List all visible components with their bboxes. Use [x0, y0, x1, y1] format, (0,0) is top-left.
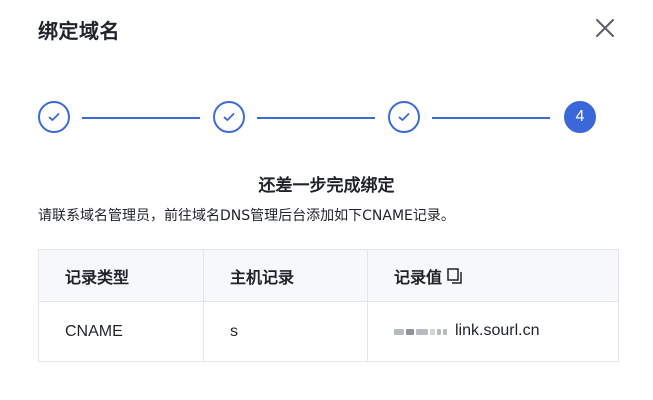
instruction-text: 请联系域名管理员，前往域名DNS管理后台添加如下CNAME记录。: [38, 208, 455, 224]
check-icon: [48, 113, 60, 121]
header-record-type: 记录类型: [38, 249, 204, 302]
cell-record-type: CNAME: [38, 301, 204, 362]
table-row: CNAME s link.sourl.cn: [38, 301, 619, 362]
status-heading: 还差一步完成绑定: [258, 176, 395, 196]
step-connector: [432, 117, 550, 119]
dns-record-table: 记录类型 主机记录 记录值 CNAME s link.sourl.cn: [38, 249, 619, 362]
step-progress: 4: [38, 101, 598, 137]
check-icon: [398, 113, 410, 121]
step-connector: [257, 117, 375, 119]
header-record-value: 记录值: [367, 249, 619, 302]
step-4-current: 4: [564, 101, 596, 133]
step-2-complete: [213, 101, 245, 133]
header-host-record: 主机记录: [203, 249, 368, 302]
record-value-text: link.sourl.cn: [455, 322, 540, 340]
step-3-complete: [388, 101, 420, 133]
table-header-row: 记录类型 主机记录 记录值: [38, 249, 619, 302]
close-button[interactable]: [593, 16, 617, 40]
check-icon: [223, 113, 235, 121]
step-1-complete: [38, 101, 70, 133]
copy-icon[interactable]: [446, 267, 464, 285]
step-connector: [82, 117, 200, 119]
header-record-value-label: 记录值: [394, 267, 443, 287]
bind-domain-modal: 绑定域名 4 还差一步完成绑定 请联系域名管理员，前往域名DNS管理后台添加如下…: [0, 0, 653, 400]
modal-title: 绑定域名: [38, 19, 120, 43]
redacted-text: [394, 322, 449, 340]
cell-record-value[interactable]: link.sourl.cn: [367, 301, 619, 362]
cell-host-record: s: [203, 301, 368, 362]
close-icon: [596, 19, 614, 37]
